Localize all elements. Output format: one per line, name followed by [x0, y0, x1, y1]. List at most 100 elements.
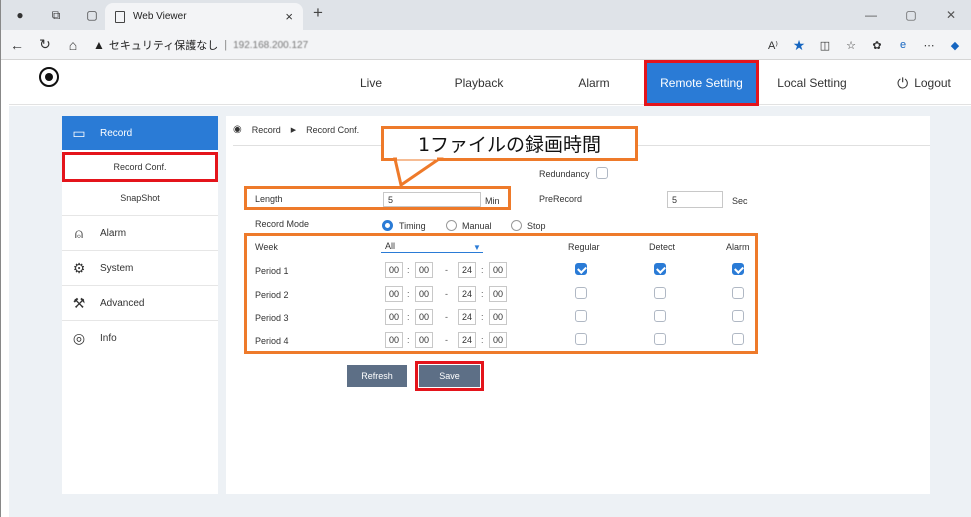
start-hour-input[interactable]: 00	[385, 286, 403, 302]
logout-label: Logout	[914, 76, 951, 90]
save-button[interactable]: Save	[415, 361, 484, 391]
regular-checkbox[interactable]	[575, 263, 587, 275]
logout-button[interactable]: ⏻ Logout	[879, 61, 969, 105]
favorite-star-icon[interactable]: ★	[786, 37, 812, 54]
alarm-checkbox[interactable]	[732, 333, 744, 345]
back-icon[interactable]: ←	[5, 37, 29, 53]
tab-actions-icon[interactable]: ▢	[81, 4, 103, 26]
browser-toolbar: A⁾ ★ ◫ ☆ ✿ e ⋯ ◆	[760, 30, 968, 60]
start-minute-input[interactable]: 00	[415, 262, 433, 278]
workspaces-icon[interactable]: ⧉	[45, 4, 67, 26]
week-select[interactable]: All	[381, 239, 483, 253]
breadcrumb-page: Record Conf.	[306, 124, 360, 135]
sidebar-sub-record-conf[interactable]: Record Conf.	[62, 152, 218, 182]
sidebar-item-info[interactable]: ◎ Info	[62, 321, 218, 355]
mode-stop-label: Stop	[527, 221, 546, 231]
start-hour-input[interactable]: 00	[385, 262, 403, 278]
address-separator: |	[224, 39, 228, 51]
split-screen-icon[interactable]: ◫	[812, 39, 838, 52]
alarm-checkbox[interactable]	[732, 263, 744, 275]
detect-checkbox[interactable]	[654, 333, 666, 345]
chevron-down-icon: ▼	[473, 243, 481, 252]
alarm-checkbox[interactable]	[732, 310, 744, 322]
address-field[interactable]: ▲ セキュリティ保護なし | 192.168.200.127	[93, 34, 743, 56]
sidebar-item-record[interactable]: ▭ Record	[62, 116, 218, 150]
end-minute-input[interactable]: 00	[489, 262, 507, 278]
menu-local-setting[interactable]: Local Setting	[767, 61, 857, 105]
sidebar-item-system[interactable]: ⚙ System	[62, 251, 218, 285]
detect-checkbox[interactable]	[654, 310, 666, 322]
length-callout: 1ファイルの録画時間	[381, 126, 638, 161]
power-icon: ⏻	[897, 74, 909, 91]
length-label: Length	[255, 194, 283, 204]
favorites-icon[interactable]: ☆	[838, 39, 864, 52]
redundancy-checkbox[interactable]	[596, 167, 608, 179]
warning-icon: ▲	[93, 38, 105, 52]
mode-timing-radio[interactable]	[382, 220, 393, 231]
more-icon[interactable]: ⋯	[916, 39, 942, 52]
url-host: 192.168.200.127	[233, 39, 309, 51]
regular-checkbox[interactable]	[575, 310, 587, 322]
window-controls: — ▢ ✕	[851, 0, 971, 30]
length-input[interactable]: 5	[383, 192, 481, 207]
regular-checkbox[interactable]	[575, 333, 587, 345]
profile-icon[interactable]: ●	[9, 4, 31, 26]
sidebar-item-label: Advanced	[100, 297, 145, 309]
time-sep: :	[481, 335, 484, 345]
menu-remote-setting[interactable]: Remote Setting	[644, 60, 759, 106]
start-minute-input[interactable]: 00	[415, 332, 433, 348]
location-pin-icon: ◉	[233, 124, 242, 135]
close-window-icon[interactable]: ✕	[931, 8, 971, 22]
start-minute-input[interactable]: 00	[415, 286, 433, 302]
end-hour-input[interactable]: 24	[458, 262, 476, 278]
end-hour-input[interactable]: 24	[458, 286, 476, 302]
menu-playback[interactable]: Playback	[434, 61, 524, 105]
regular-checkbox[interactable]	[575, 287, 587, 299]
sidebar-item-alarm[interactable]: ⍝ Alarm	[62, 216, 218, 250]
mode-stop-radio[interactable]	[511, 220, 522, 231]
new-tab-button[interactable]: +	[313, 3, 323, 23]
end-hour-input[interactable]: 24	[458, 332, 476, 348]
extensions-icon[interactable]: ✿	[864, 39, 890, 52]
menu-alarm[interactable]: Alarm	[549, 61, 639, 105]
callout-pointer-icon	[393, 157, 444, 188]
end-minute-input[interactable]: 00	[489, 309, 507, 325]
prerecord-input[interactable]: 5	[667, 191, 723, 208]
home-icon[interactable]: ⌂	[61, 37, 85, 53]
detect-checkbox[interactable]	[654, 263, 666, 275]
copilot-icon[interactable]: ◆	[942, 39, 968, 52]
sidebar-item-advanced[interactable]: ⚒ Advanced	[62, 286, 218, 320]
minimize-icon[interactable]: —	[851, 8, 891, 22]
restore-icon[interactable]: ▢	[891, 8, 931, 22]
breadcrumb-root[interactable]: Record	[252, 125, 281, 135]
sidebar: ▭ Record Record Conf. SnapShot ⍝ Alarm ⚙…	[62, 116, 218, 494]
period-label: Period 1	[255, 266, 289, 276]
browser-tab[interactable]: Web Viewer ×	[105, 3, 303, 30]
start-hour-input[interactable]: 00	[385, 309, 403, 325]
edge-icon[interactable]: e	[890, 39, 916, 51]
end-minute-input[interactable]: 00	[489, 332, 507, 348]
app-logo-icon	[39, 67, 59, 87]
detect-checkbox[interactable]	[654, 287, 666, 299]
start-minute-input[interactable]: 00	[415, 309, 433, 325]
sidebar-item-label: System	[100, 262, 134, 274]
end-hour-input[interactable]: 24	[458, 309, 476, 325]
period-label: Period 2	[255, 290, 289, 300]
record-mode-label: Record Mode	[255, 219, 310, 229]
refresh-icon[interactable]: ↻	[33, 36, 57, 53]
refresh-button[interactable]: Refresh	[347, 365, 407, 387]
menu-live[interactable]: Live	[331, 61, 411, 105]
week-label: Week	[255, 242, 278, 252]
close-tab-icon[interactable]: ×	[285, 9, 293, 24]
alarm-checkbox[interactable]	[732, 287, 744, 299]
end-minute-input[interactable]: 00	[489, 286, 507, 302]
start-hour-input[interactable]: 00	[385, 332, 403, 348]
read-aloud-icon[interactable]: A⁾	[760, 39, 786, 52]
page-icon	[115, 10, 125, 23]
mode-manual-radio[interactable]	[446, 220, 457, 231]
sidebar-sub-snapshot[interactable]: SnapShot	[62, 183, 218, 213]
system-gear-icon: ⚙	[72, 259, 86, 276]
period-label: Period 3	[255, 313, 289, 323]
time-sep: :	[481, 312, 484, 322]
prerecord-label: PreRecord	[539, 194, 583, 204]
